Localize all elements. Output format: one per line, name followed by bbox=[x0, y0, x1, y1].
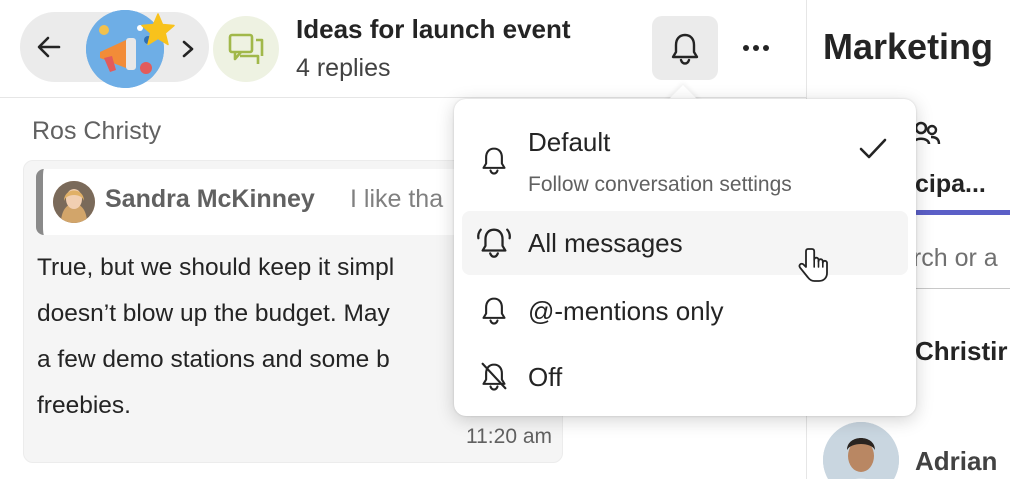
thread-title: Ideas for launch event bbox=[296, 14, 571, 44]
member-name[interactable]: Christir bbox=[915, 336, 1007, 367]
reply-count[interactable]: 4 replies bbox=[296, 54, 391, 83]
menu-item-label: @-mentions only bbox=[528, 296, 724, 326]
menu-item-all-messages[interactable]: All messages bbox=[462, 211, 908, 275]
bell-icon bbox=[671, 33, 699, 65]
channel-title: Marketing bbox=[823, 26, 994, 67]
more-dots-icon bbox=[743, 45, 769, 51]
back-arrow-icon[interactable] bbox=[33, 31, 65, 63]
more-options-button[interactable] bbox=[730, 16, 782, 80]
menu-item-label: Default bbox=[528, 127, 611, 157]
menu-item-description: Follow conversation settings bbox=[528, 173, 792, 196]
notification-bell-button[interactable] bbox=[652, 16, 718, 80]
tab-participants[interactable]: cipa... bbox=[915, 170, 986, 199]
hand-pointer-cursor-icon bbox=[798, 248, 828, 282]
notification-settings-menu: Default Follow conversation settings All… bbox=[454, 99, 916, 416]
message-author: Ros Christy bbox=[32, 117, 162, 145]
member-name[interactable]: Adrian bbox=[915, 446, 997, 477]
menu-item-label: Off bbox=[528, 362, 563, 392]
favorite-star-icon[interactable] bbox=[140, 12, 176, 48]
avatar bbox=[53, 181, 95, 223]
bell-off-icon bbox=[481, 362, 507, 391]
menu-item-off[interactable]: Off bbox=[462, 345, 908, 409]
quote-author: Sandra McKinney bbox=[105, 185, 315, 213]
menu-item-default[interactable]: Default Follow conversation settings bbox=[462, 109, 908, 209]
bell-ring-icon bbox=[477, 228, 511, 258]
menu-item-mentions-only[interactable]: @-mentions only bbox=[462, 279, 908, 343]
menu-item-label: All messages bbox=[528, 228, 683, 258]
avatar bbox=[823, 422, 899, 479]
quote-text: I like tha bbox=[350, 185, 444, 213]
checkmark-icon bbox=[859, 138, 887, 159]
bell-icon bbox=[482, 297, 506, 325]
bell-icon bbox=[482, 147, 506, 175]
chevron-right-icon bbox=[182, 40, 194, 58]
message-timestamp: 11:20 am bbox=[466, 425, 552, 448]
conversation-icon bbox=[213, 16, 279, 82]
thread-header: Ideas for launch event 4 replies bbox=[0, 0, 806, 98]
active-tab-indicator bbox=[915, 210, 1010, 215]
